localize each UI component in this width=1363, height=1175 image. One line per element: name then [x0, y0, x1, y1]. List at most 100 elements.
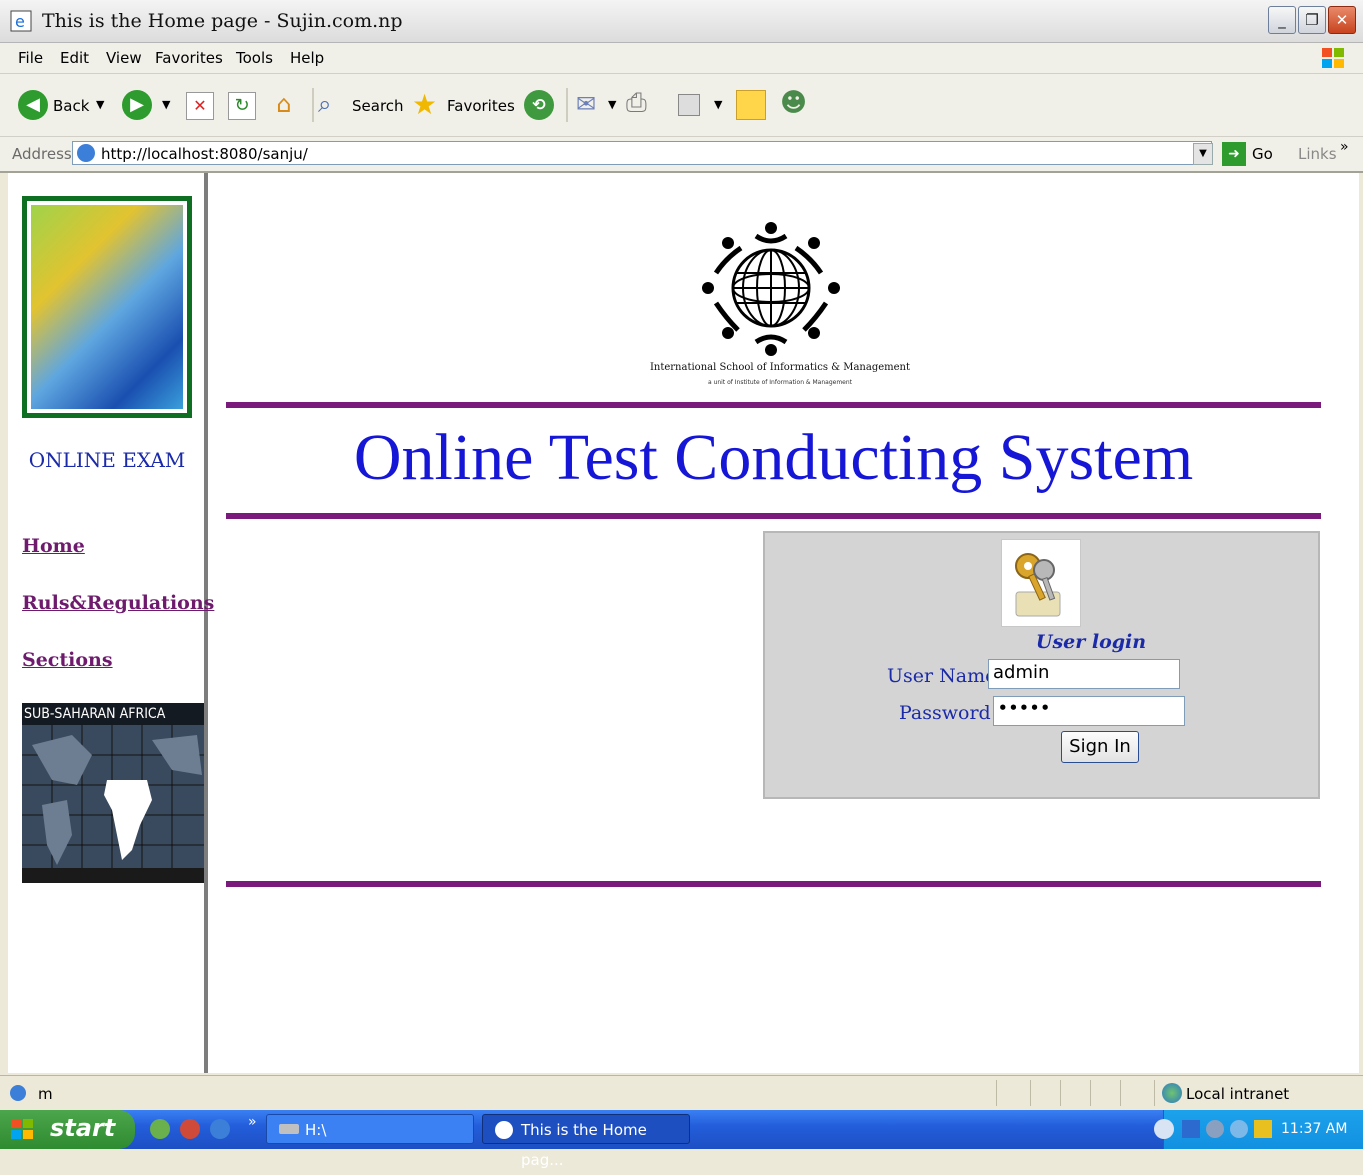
menu-bar: File Edit View Favorites Tools Help	[0, 43, 1363, 74]
divider-bottom	[226, 881, 1321, 887]
updates-icon[interactable]	[1254, 1120, 1272, 1138]
menu-edit[interactable]: Edit	[60, 49, 89, 67]
edit-icon[interactable]	[678, 94, 700, 116]
close-button[interactable]: ✕	[1328, 6, 1356, 34]
quicklaunch-browser-icon[interactable]	[210, 1119, 230, 1139]
nav-link-home[interactable]: Home	[22, 535, 85, 557]
browser-toolbar: ◀ Back ▼ ▶ ▼ ✕ ↻ ⌂ ⌕ Search ★ Favorites …	[0, 74, 1363, 137]
search-button-label[interactable]: Search	[352, 97, 404, 115]
intranet-globe-icon	[1162, 1083, 1182, 1103]
messenger-tray-icon[interactable]	[1230, 1120, 1248, 1138]
back-arrow-icon[interactable]: ◀	[18, 90, 48, 120]
login-panel: User login User Name admin Password ••••…	[763, 531, 1320, 799]
network-icon[interactable]	[1182, 1120, 1200, 1138]
password-input[interactable]: •••••	[993, 696, 1185, 726]
username-input[interactable]: admin	[988, 659, 1180, 689]
status-bar: m Local intranet	[0, 1075, 1363, 1110]
page-title: Online Test Conducting System	[353, 421, 1194, 494]
back-button-label[interactable]: Back	[53, 97, 89, 115]
username-label: User Name	[887, 665, 997, 687]
menu-favorites[interactable]: Favorites	[155, 49, 223, 67]
quicklaunch-app-icon[interactable]	[180, 1119, 200, 1139]
logo-text-line1: International School of Informatics & Ma…	[649, 362, 911, 373]
links-label[interactable]: Links	[1298, 145, 1337, 163]
quicklaunch-ie-icon[interactable]	[150, 1119, 170, 1139]
africa-map-image: SUB-SAHARAN AFRICA	[22, 703, 204, 883]
windows-logo-icon	[1320, 46, 1346, 70]
minimize-button[interactable]: _	[1268, 6, 1296, 34]
mail-icon[interactable]: ✉	[576, 90, 596, 118]
sidebar-heading: ONLINE EXAM	[28, 448, 186, 472]
clock[interactable]: 11:37 AM	[1281, 1121, 1347, 1137]
edit-dropdown-icon[interactable]: ▼	[714, 98, 722, 111]
status-separator	[1030, 1080, 1031, 1106]
taskbar-item-drive[interactable]: H:\	[266, 1114, 474, 1144]
print-icon[interactable]: ⎙	[626, 88, 647, 119]
divider-middle	[226, 513, 1321, 519]
start-button[interactable]: start	[0, 1110, 135, 1149]
divider-top	[226, 402, 1321, 408]
discuss-icon[interactable]	[736, 90, 766, 120]
nav-link-sections[interactable]: Sections	[22, 649, 113, 671]
go-button-label[interactable]: Go	[1252, 145, 1273, 163]
mail-dropdown-icon[interactable]: ▼	[608, 98, 616, 111]
address-dropdown-icon[interactable]: ▼	[1193, 143, 1213, 165]
links-chevron-icon[interactable]: »	[1340, 139, 1349, 155]
exam-image	[22, 196, 192, 418]
menu-file[interactable]: File	[18, 49, 43, 67]
menu-help[interactable]: Help	[290, 49, 324, 67]
status-separator	[1120, 1080, 1121, 1106]
menu-tools[interactable]: Tools	[236, 49, 273, 67]
go-arrow-icon[interactable]: ➜	[1222, 142, 1246, 166]
address-url: http://localhost:8080/sanju/	[101, 145, 308, 163]
status-separator	[1154, 1080, 1155, 1106]
history-icon[interactable]: ⟲	[524, 90, 554, 120]
home-icon[interactable]: ⌂	[268, 90, 300, 120]
favorites-star-icon[interactable]: ★	[412, 88, 437, 121]
address-bar: Address http://localhost:8080/sanju/ ▼ ➜…	[0, 137, 1363, 173]
login-heading: User login	[1035, 631, 1147, 653]
ie-page-icon	[77, 144, 95, 162]
logo-text-line2: a unit of Institute of Information & Man…	[707, 379, 853, 386]
window-title: This is the Home page - Sujin.com.np	[42, 10, 403, 32]
address-label: Address	[12, 145, 72, 163]
back-dropdown-icon[interactable]: ▼	[96, 98, 104, 111]
tray-expand-icon[interactable]	[1154, 1119, 1174, 1139]
password-label: Password	[899, 702, 991, 724]
tray-app-icon[interactable]	[1206, 1120, 1224, 1138]
ie-page-icon: e	[10, 10, 32, 32]
address-input[interactable]: http://localhost:8080/sanju/ ▼	[72, 141, 1213, 165]
keys-icon	[1001, 539, 1081, 627]
favorites-button-label[interactable]: Favorites	[447, 97, 515, 115]
status-separator	[996, 1080, 997, 1106]
nav-link-rules[interactable]: Ruls&Regulations	[22, 592, 214, 614]
start-label: start	[50, 1114, 116, 1142]
taskbar-item-label: This is the Home pag...	[521, 1121, 647, 1169]
sign-in-button[interactable]: Sign In	[1061, 731, 1139, 763]
restore-button[interactable]: ❐	[1298, 6, 1326, 34]
menu-view[interactable]: View	[106, 49, 142, 67]
windows-flag-icon	[10, 1118, 34, 1140]
status-text: m	[38, 1085, 53, 1103]
taskbar: start » H:\ This is the Home pag... 11:3…	[0, 1110, 1363, 1169]
status-separator	[1060, 1080, 1061, 1106]
refresh-icon[interactable]: ↻	[228, 92, 256, 120]
messenger-icon[interactable]: ☻	[780, 88, 807, 118]
school-logo	[696, 218, 846, 358]
ie-page-icon	[10, 1085, 26, 1101]
taskbar-item-label: H:\	[305, 1121, 327, 1139]
stop-icon[interactable]: ✕	[186, 92, 214, 120]
toolbar-separator	[566, 88, 568, 122]
quicklaunch-chevron-icon[interactable]: »	[248, 1114, 257, 1130]
window-title-bar[interactable]: e This is the Home page - Sujin.com.np _…	[0, 0, 1363, 43]
taskbar-item-browser[interactable]: This is the Home pag...	[482, 1114, 690, 1169]
system-tray: 11:37 AM	[1154, 1110, 1363, 1149]
forward-arrow-icon[interactable]: ▶	[122, 90, 152, 120]
ie-page-icon	[495, 1121, 513, 1139]
toolbar-separator	[312, 88, 314, 122]
svg-text:e: e	[15, 12, 25, 31]
forward-dropdown-icon[interactable]: ▼	[162, 98, 170, 111]
search-icon[interactable]: ⌕	[318, 90, 331, 118]
zone-label: Local intranet	[1186, 1085, 1290, 1103]
map-caption: SUB-SAHARAN AFRICA	[24, 706, 166, 722]
